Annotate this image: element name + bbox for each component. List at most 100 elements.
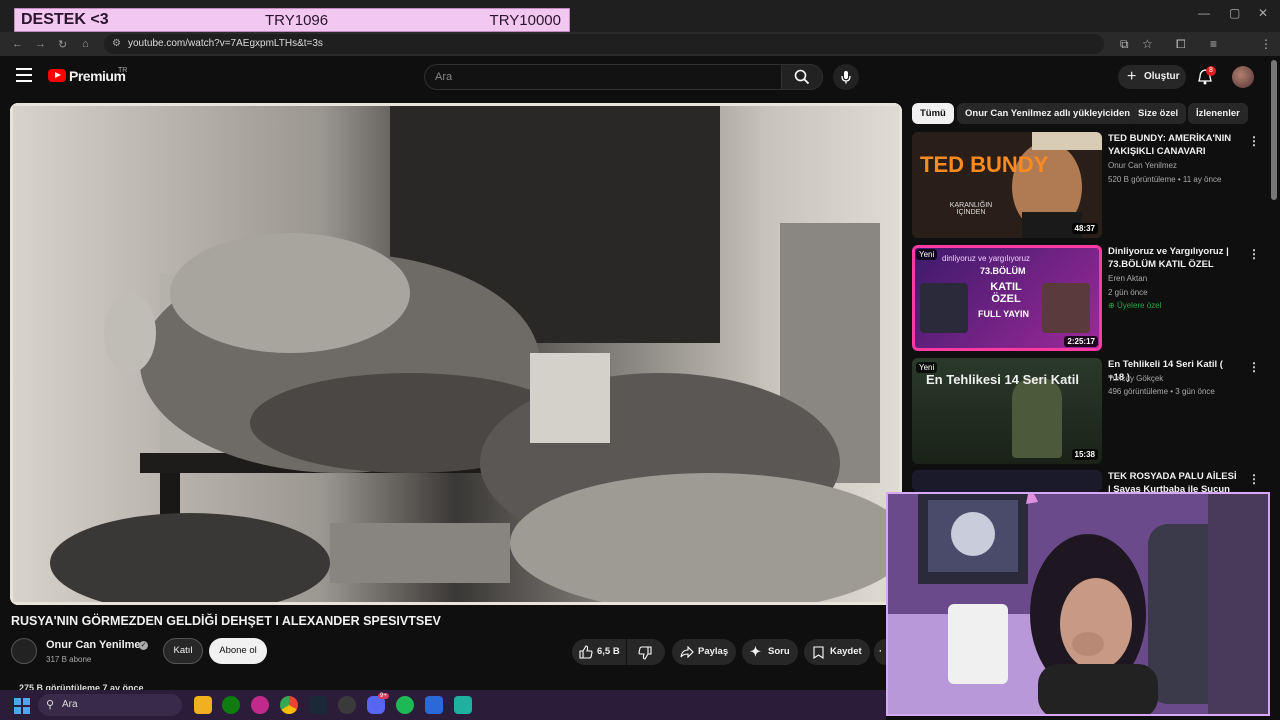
app-icon-3[interactable] bbox=[454, 696, 472, 714]
thumb-title-text: En Tehlikesi 14 Seri Katil bbox=[926, 372, 1079, 387]
subscribe-button[interactable]: Abone ol bbox=[209, 638, 267, 664]
video-title: RUSYA'NIN GÖRMEZDEN GELDİĞİ DEHŞET I ALE… bbox=[11, 614, 441, 628]
microphone-icon bbox=[841, 71, 851, 84]
account-avatar[interactable] bbox=[1232, 66, 1254, 88]
members-icon: ⊕ bbox=[1108, 301, 1117, 310]
forward-icon[interactable]: → bbox=[35, 38, 46, 50]
video-player[interactable] bbox=[10, 103, 902, 605]
reading-list-icon[interactable]: ≡ bbox=[1210, 37, 1217, 51]
page-scrollbar[interactable] bbox=[1271, 60, 1277, 200]
related-meta: 520 B görüntüleme • 11 ay önce bbox=[1108, 175, 1222, 184]
browser-toolbar: ← → ↻ ⌂ ⚙ youtube.com/watch?v=7AEgxpmLTH… bbox=[0, 32, 1280, 80]
windows-start-icon[interactable] bbox=[14, 698, 30, 714]
related-channel[interactable]: Eren Aktan bbox=[1108, 274, 1147, 283]
chip-all[interactable]: Tümü bbox=[912, 103, 954, 124]
search-icon: ⚲ bbox=[46, 699, 55, 711]
related-more-icon[interactable]: ⋮ bbox=[1248, 472, 1260, 486]
related-channel[interactable]: Onur Can Yenilmez bbox=[1108, 161, 1177, 170]
voice-search-button[interactable] bbox=[833, 64, 859, 90]
search-icon bbox=[794, 69, 810, 85]
chip-for-you[interactable]: Size özel bbox=[1130, 103, 1187, 124]
create-button[interactable]: + Oluştur bbox=[1118, 65, 1186, 89]
site-info-icon[interactable]: ⚙ bbox=[112, 34, 121, 54]
sparkle-icon: ✦ bbox=[750, 644, 761, 659]
extensions-icon[interactable]: ⧠ bbox=[1176, 37, 1186, 52]
reload-icon[interactable]: ↻ bbox=[58, 38, 67, 51]
search-placeholder: Ara bbox=[435, 71, 453, 83]
channel-name[interactable]: Onur Can Yenilmez bbox=[46, 639, 146, 651]
duration-badge: 48:37 bbox=[1071, 223, 1098, 234]
steam-icon[interactable] bbox=[309, 696, 327, 714]
app-icon-2[interactable] bbox=[425, 696, 443, 714]
save-button[interactable]: Kaydet bbox=[804, 639, 870, 665]
home-icon[interactable]: ⌂ bbox=[82, 38, 89, 50]
chip-from-uploader[interactable]: Onur Can Yenilmez adlı yükleyiciden bbox=[957, 103, 1139, 124]
bookmark-star-icon[interactable]: ☆ bbox=[1142, 37, 1153, 51]
youtube-header: Premium TR Ara + Oluştur 8 bbox=[0, 56, 1280, 98]
search-button[interactable] bbox=[781, 64, 823, 90]
thumb-person-right bbox=[1042, 283, 1090, 333]
join-button[interactable]: Katıl bbox=[163, 638, 203, 664]
streamer-webcam bbox=[886, 492, 1270, 716]
like-count: 6,5 B bbox=[597, 646, 620, 657]
thumb-title-text: TED BUNDY bbox=[920, 152, 1049, 177]
related-meta: 2 gün önce bbox=[1108, 288, 1148, 297]
verified-check-icon: ✓ bbox=[139, 641, 148, 650]
thumb-episode-text: 73.BÖLÜM bbox=[980, 266, 1026, 276]
xbox-icon[interactable] bbox=[222, 696, 240, 714]
related-thumbnail[interactable] bbox=[912, 470, 1102, 492]
maximize-icon[interactable]: ▢ bbox=[1229, 6, 1240, 20]
ask-label: Soru bbox=[768, 646, 790, 657]
members-text: Üyelere özel bbox=[1116, 301, 1162, 310]
related-more-icon[interactable]: ⋮ bbox=[1248, 247, 1260, 261]
notification-count-badge: 8 bbox=[1206, 66, 1216, 76]
taskbar-search-input[interactable]: ⚲ Ara bbox=[38, 694, 182, 716]
duration-badge: 15:38 bbox=[1071, 449, 1098, 460]
windows-taskbar: ⚲ Ara 9+ bbox=[0, 690, 886, 720]
related-more-icon[interactable]: ⋮ bbox=[1248, 360, 1260, 374]
cast-icon[interactable]: ⧉ bbox=[1120, 37, 1129, 52]
spotify-icon[interactable] bbox=[396, 696, 414, 714]
file-explorer-icon[interactable] bbox=[194, 696, 212, 714]
hamburger-menu-icon[interactable] bbox=[16, 68, 32, 82]
brand-premium[interactable]: Premium bbox=[69, 68, 126, 84]
search-input[interactable]: Ara bbox=[424, 64, 782, 90]
subscriber-count: 317 B abone bbox=[46, 655, 92, 664]
obs-icon[interactable] bbox=[338, 696, 356, 714]
address-bar[interactable]: ⚙ youtube.com/watch?v=7AEgxpmLTHs&t=3s bbox=[104, 34, 1104, 54]
minimize-icon[interactable]: — bbox=[1198, 6, 1210, 20]
thumb-figure bbox=[1012, 378, 1062, 458]
plus-icon: + bbox=[1127, 68, 1137, 85]
new-badge: Yeni bbox=[916, 249, 938, 260]
url-text: youtube.com/watch?v=7AEgxpmLTHs&t=3s bbox=[128, 38, 323, 49]
related-thumbnail[interactable]: Yeni En Tehlikesi 14 Seri Katil 15:38 bbox=[912, 358, 1102, 464]
youtube-logo-icon[interactable] bbox=[48, 69, 66, 82]
related-title[interactable]: TED BUNDY: AMERİKA'NIN YAKIŞIKLI CANAVAR… bbox=[1108, 132, 1238, 158]
related-thumbnail[interactable]: Yeni dinliyoruz ve yargılıyoruz 73.BÖLÜM… bbox=[912, 245, 1102, 351]
chrome-icon[interactable] bbox=[280, 696, 298, 714]
dislike-button[interactable] bbox=[627, 639, 665, 665]
video-frame-image bbox=[10, 103, 902, 605]
like-button[interactable]: 6,5 B bbox=[572, 639, 626, 665]
duration-badge: 2:25:17 bbox=[1064, 336, 1098, 347]
taskbar-search-placeholder: Ara bbox=[62, 699, 78, 710]
save-label: Kaydet bbox=[830, 646, 862, 657]
browser-menu-icon[interactable]: ⋮ bbox=[1260, 37, 1272, 51]
ask-button[interactable]: ✦ Soru bbox=[742, 639, 798, 665]
create-label: Oluştur bbox=[1144, 71, 1180, 82]
chip-watched[interactable]: İzlenenler bbox=[1188, 103, 1248, 124]
channel-avatar[interactable] bbox=[11, 638, 37, 664]
related-more-icon[interactable]: ⋮ bbox=[1248, 134, 1260, 148]
related-title[interactable]: Dinliyoruz ve Yargılıyoruz | 73.BÖLÜM KA… bbox=[1108, 245, 1238, 271]
more-actions-button[interactable]: · bbox=[874, 639, 886, 665]
back-icon[interactable]: ← bbox=[12, 38, 23, 50]
banner-right-text: TRY10000 bbox=[489, 11, 561, 29]
share-button[interactable]: Paylaş bbox=[672, 639, 736, 665]
thumb-main-text: KATIL ÖZEL bbox=[990, 281, 1022, 305]
close-icon[interactable]: ✕ bbox=[1258, 6, 1268, 20]
thumbs-down-icon bbox=[638, 646, 652, 660]
share-label: Paylaş bbox=[698, 646, 729, 657]
related-channel[interactable]: Tuncay Gökçek bbox=[1108, 374, 1163, 383]
related-thumbnail[interactable]: TED BUNDY KARANLIĞIN İÇİNDEN 48:37 bbox=[912, 132, 1102, 238]
app-icon[interactable] bbox=[251, 696, 269, 714]
